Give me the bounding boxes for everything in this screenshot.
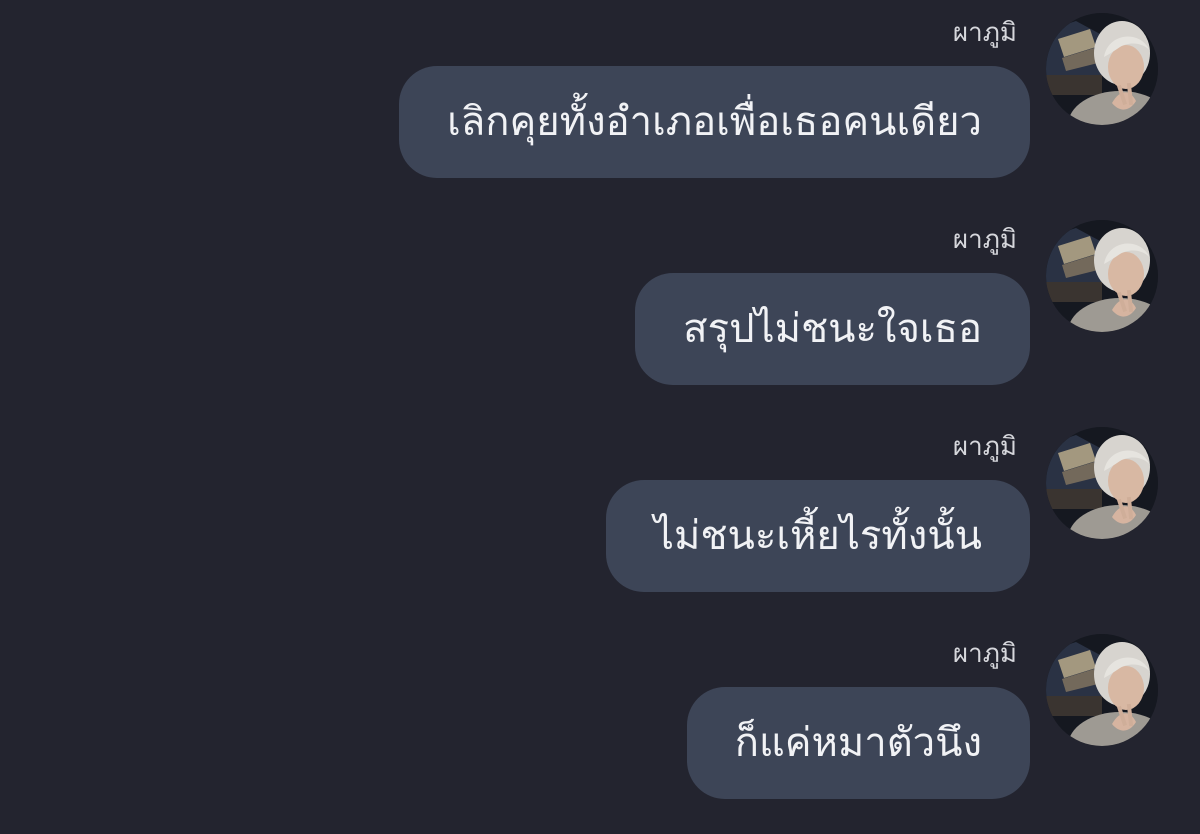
avatar[interactable] [1046, 13, 1158, 125]
message-bubble[interactable]: เลิกคุยทั้งอำเภอเพื่อเธอคนเดียว [399, 66, 1030, 178]
sender-name: ผาภูมิ [952, 432, 1017, 462]
message-row: ผาภูมิ ไม่ชนะเหี้ยไรทั้งนั้น [0, 414, 1200, 604]
message-row: ผาภูมิ เลิกคุยทั้งอำเภอเพื่อเธอคนเดียว [0, 0, 1200, 190]
avatar[interactable] [1046, 427, 1158, 539]
avatar[interactable] [1046, 634, 1158, 746]
message-bubble[interactable]: สรุปไม่ชนะใจเธอ [635, 273, 1030, 385]
message-row: ผาภูมิ สรุปไม่ชนะใจเธอ [0, 207, 1200, 397]
avatar[interactable] [1046, 220, 1158, 332]
avatar-photo-icon [1046, 634, 1158, 746]
avatar-photo-icon [1046, 220, 1158, 332]
message-row: ผาภูมิ ก็แค่หมาตัวนึง [0, 621, 1200, 811]
sender-name: ผาภูมิ [952, 225, 1017, 255]
avatar-photo-icon [1046, 13, 1158, 125]
sender-name: ผาภูมิ [952, 18, 1017, 48]
sender-name: ผาภูมิ [952, 639, 1017, 669]
message-bubble[interactable]: ก็แค่หมาตัวนึง [686, 687, 1030, 799]
avatar-photo-icon [1046, 427, 1158, 539]
message-bubble[interactable]: ไม่ชนะเหี้ยไรทั้งนั้น [605, 480, 1030, 592]
